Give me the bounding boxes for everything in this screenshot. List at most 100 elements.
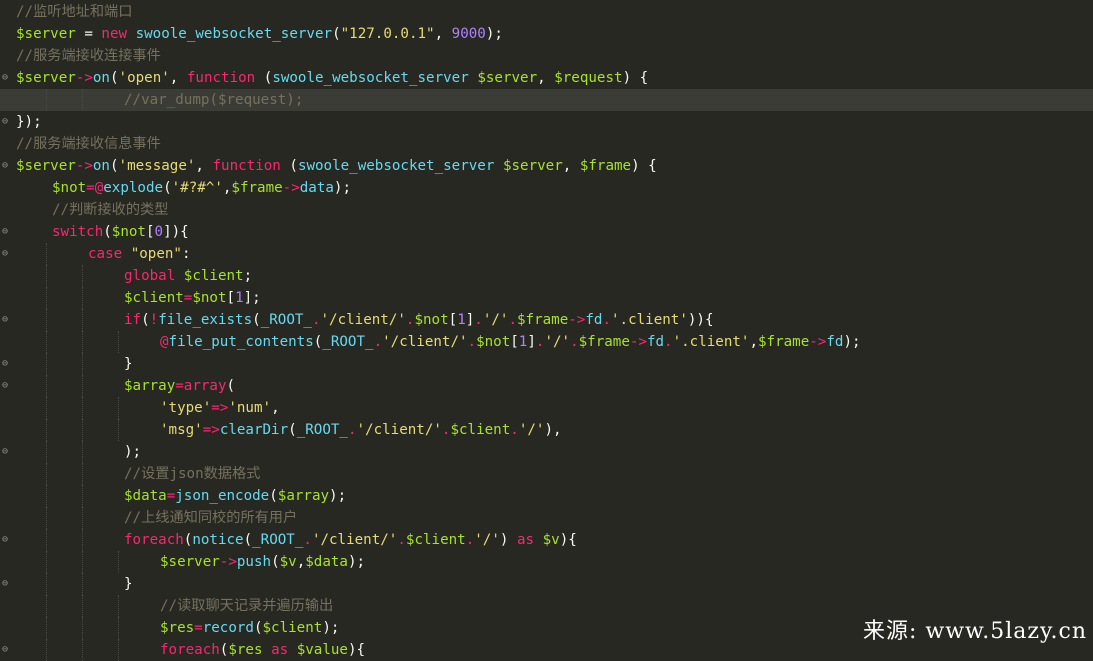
code-token: $frame [578, 334, 630, 350]
code-token: fd [826, 334, 844, 350]
fold-toggle-icon[interactable]: ⊖ [2, 529, 12, 551]
code-line[interactable]: $server = new swoole_websocket_server("1… [0, 23, 1093, 45]
code-text: } [124, 353, 133, 375]
code-token: [ [510, 334, 519, 350]
code-token: '#?#^' [171, 180, 223, 196]
code-line[interactable]: //上线通知同校的所有用户 [0, 507, 1093, 529]
code-token: . [570, 334, 579, 350]
code-text: if(!file_exists(_ROOT_.'/client/'.$not[1… [124, 309, 713, 331]
code-token: = [175, 378, 184, 394]
code-line[interactable]: ⊖}); [0, 111, 1093, 133]
code-line[interactable]: ⊖ foreach(notice(_ROOT_.'/client/'.$clien… [0, 529, 1093, 551]
code-token: //服务端接收信息事件 [16, 136, 161, 152]
code-token: _ROOT_ [252, 532, 304, 548]
code-token: ]){ [163, 224, 189, 240]
code-line[interactable]: ⊖} [0, 573, 1093, 595]
code-token: ); [347, 554, 366, 570]
code-line[interactable]: //服务端接收信息事件 [0, 133, 1093, 155]
code-token: '/' [544, 334, 571, 350]
code-line[interactable]: //监听地址和端口 [0, 1, 1093, 23]
code-token: 'type' [160, 400, 212, 416]
code-line[interactable]: 'msg'=>clearDir(_ROOT_.'/client/'.$clien… [0, 419, 1093, 441]
fold-toggle-icon[interactable]: ⊖ [2, 639, 12, 661]
code-line[interactable]: ⊖ case "open": [0, 243, 1093, 265]
code-token: fd [646, 334, 665, 350]
code-token: $frame [579, 158, 632, 174]
code-token: ){ [559, 532, 577, 548]
code-line[interactable]: //设置json数据格式 [0, 463, 1093, 485]
indent-guide [118, 551, 119, 573]
code-token: [ [226, 290, 236, 306]
code-token: as [516, 532, 535, 548]
code-line[interactable]: @file_put_contents(_ROOT_.'/client/'.$no… [0, 331, 1093, 353]
code-token: ( [288, 422, 297, 438]
code-text: foreach(notice(_ROOT_.'/client/'.$client… [124, 529, 577, 551]
indent-guide [46, 89, 47, 111]
code-token: '/client/' [311, 532, 398, 548]
code-token: => [211, 400, 229, 416]
fold-toggle-icon[interactable]: ⊖ [2, 111, 12, 133]
fold-toggle-icon[interactable]: ⊖ [2, 309, 12, 331]
code-token: $server [16, 70, 76, 86]
code-token: , [434, 26, 452, 42]
fold-toggle-icon[interactable]: ⊖ [2, 375, 12, 397]
code-token: . [465, 532, 475, 548]
code-text: //上线通知同校的所有用户 [124, 507, 297, 529]
code-token: ) { [622, 70, 649, 86]
fold-toggle-icon[interactable]: ⊖ [2, 243, 12, 265]
fold-toggle-icon[interactable]: ⊖ [2, 67, 12, 89]
code-text: global $client; [124, 265, 252, 287]
code-token: swoole_websocket_server [135, 26, 333, 42]
code-token: 1 [457, 312, 466, 328]
code-line[interactable]: ⊖ $server->on('open', function (swoole_we… [0, 67, 1093, 89]
code-line[interactable]: global $client; [0, 265, 1093, 287]
indent-guide [82, 529, 83, 551]
code-line[interactable]: 'type'=>'num', [0, 397, 1093, 419]
code-token: ) [499, 532, 517, 548]
fold-toggle-icon[interactable]: ⊖ [2, 441, 12, 463]
code-token: $data [305, 554, 348, 570]
code-text: $server->on('open', function (swoole_web… [16, 67, 648, 89]
code-token: 9000 [451, 26, 486, 42]
code-token: notice [192, 532, 244, 548]
fold-toggle-icon[interactable]: ⊖ [2, 353, 12, 375]
code-line[interactable]: ⊖); [0, 441, 1093, 463]
code-token: $not [52, 180, 87, 196]
code-line[interactable]: ⊖ $server->on('message', function (swoole… [0, 155, 1093, 177]
code-line[interactable]: //var_dump($request); [0, 89, 1093, 111]
code-editor[interactable]: //监听地址和端口 $server = new swoole_websocket_… [0, 0, 1093, 661]
indent-guide [82, 617, 83, 639]
code-line[interactable]: //服务端接收连接事件 [0, 45, 1093, 67]
fold-toggle-icon[interactable]: ⊖ [2, 155, 12, 177]
code-line[interactable]: $server->push($v,$data); [0, 551, 1093, 573]
code-token: 'msg' [160, 422, 203, 438]
code-text: $client=$not[1]; [124, 287, 261, 309]
code-line[interactable]: ⊖ switch($not[0]){ [0, 221, 1093, 243]
code-token: ( [271, 554, 280, 570]
code-token: -> [75, 158, 93, 174]
indent-guide [46, 419, 47, 441]
fold-toggle-icon[interactable]: ⊖ [2, 221, 12, 243]
code-line[interactable]: $data=json_encode($array); [0, 485, 1093, 507]
indent-guide [46, 595, 47, 617]
code-line[interactable]: //判断接收的类型 [0, 199, 1093, 221]
code-token: -> [282, 180, 300, 196]
code-line[interactable]: $not=@explode('#?#^',$frame->data); [0, 177, 1093, 199]
code-token: '/client/' [382, 334, 468, 350]
code-line[interactable]: ⊖ if(!file_exists(_ROOT_.'/client/'.$not[… [0, 309, 1093, 331]
code-text: ); [124, 441, 141, 463]
code-token: '/' [482, 312, 509, 328]
indent-guide [82, 419, 83, 441]
code-line[interactable]: $client=$not[1]; [0, 287, 1093, 309]
code-token: -> [568, 312, 586, 328]
fold-toggle-icon[interactable]: ⊖ [2, 573, 12, 595]
code-token: . [347, 422, 357, 438]
code-token: swoole_websocket_server [297, 158, 495, 174]
code-text: foreach($res as $value){ [160, 639, 365, 661]
indent-guide [82, 265, 83, 287]
code-line[interactable]: ⊖ $array=array( [0, 375, 1093, 397]
code-token: [ [448, 312, 458, 328]
code-line[interactable]: ⊖} [0, 353, 1093, 375]
